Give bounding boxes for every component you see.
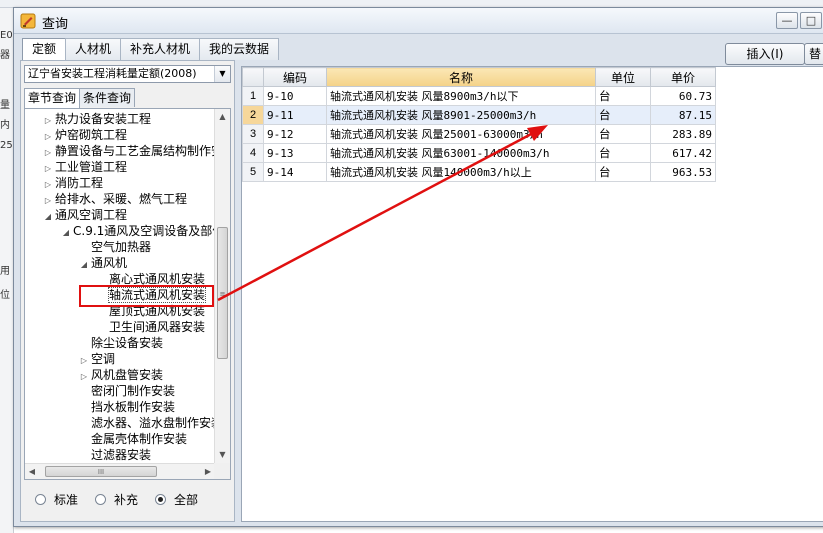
- annotation-arrow: [217, 125, 548, 302]
